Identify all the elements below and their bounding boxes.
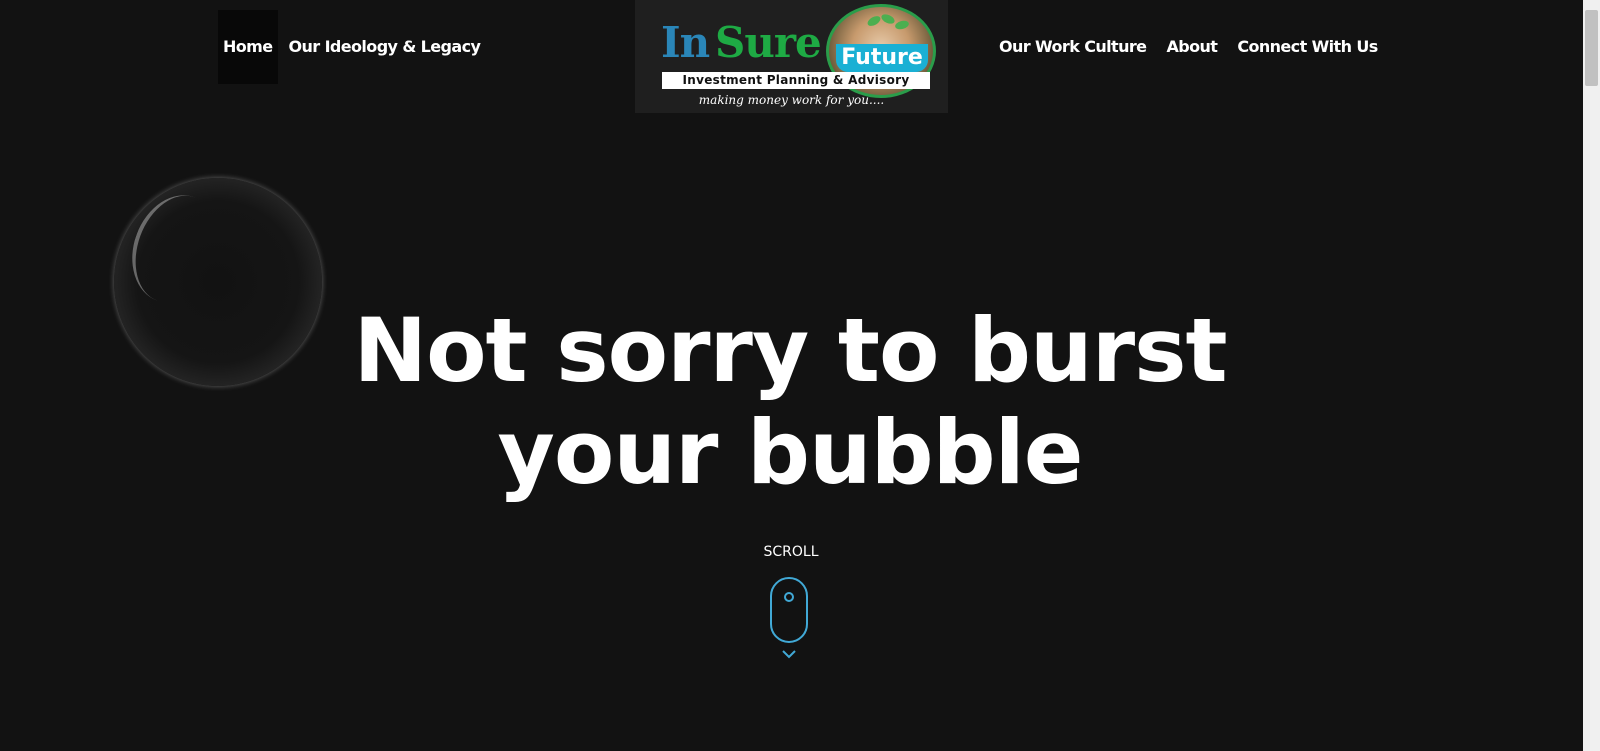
scrollbar-thumb[interactable] — [1585, 10, 1598, 86]
logo-text-sure: Sure — [715, 18, 822, 67]
logo-text-future: Future — [836, 44, 928, 72]
logo-band-text: Investment Planning & Advisory — [662, 72, 930, 89]
logo-tagline: making money work for you.... — [698, 93, 885, 107]
logo-text-in: In — [661, 18, 710, 67]
chevron-down-icon[interactable] — [781, 648, 797, 660]
scroll-label[interactable]: SCROLL — [740, 544, 842, 560]
mouse-wheel-icon — [784, 592, 794, 602]
scrollbar[interactable] — [1583, 0, 1600, 751]
hero-headline: Not sorry to burst your bubble — [300, 300, 1280, 504]
nav-item-connect[interactable]: Connect With Us — [1232, 10, 1382, 84]
nav-right: Our Work Culture About Connect With Us — [994, 10, 1393, 84]
hero-headline-line1: Not sorry to burst — [353, 299, 1227, 402]
page: Home Our Ideology & Legacy In Sure Futur… — [0, 0, 1600, 751]
site-logo[interactable]: In Sure Future Investment Planning & Adv… — [635, 0, 948, 113]
nav-item-work-culture[interactable]: Our Work Culture — [994, 10, 1151, 84]
nav-item-about[interactable]: About — [1161, 10, 1222, 84]
bubble-shine — [117, 182, 235, 316]
nav-item-home[interactable]: Home — [218, 10, 278, 84]
bubble-graphic — [114, 178, 322, 386]
hero-headline-line2: your bubble — [497, 401, 1084, 504]
nav-item-ideology-legacy[interactable]: Our Ideology & Legacy — [284, 10, 486, 84]
nav-left: Home Our Ideology & Legacy — [218, 10, 491, 84]
mouse-scroll-icon[interactable] — [770, 577, 808, 643]
